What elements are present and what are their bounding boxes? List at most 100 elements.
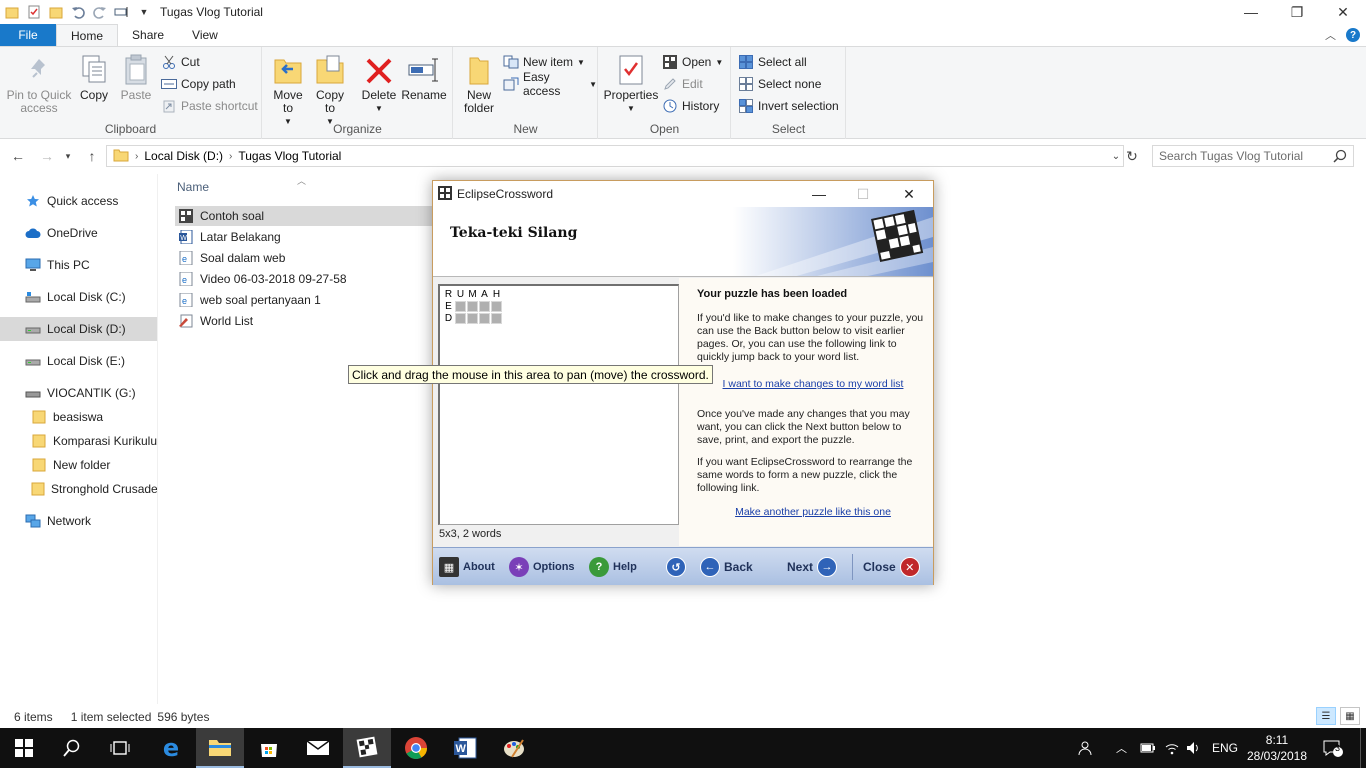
tab-view[interactable]: View bbox=[178, 24, 232, 46]
nav-local-disk-d[interactable]: Local Disk (D:) bbox=[0, 317, 157, 341]
nav-quick-access[interactable]: Quick access bbox=[0, 189, 157, 213]
copy-path-button[interactable]: Copy path bbox=[161, 74, 236, 94]
show-hidden-icons-chevron-icon[interactable]: ︿ bbox=[1116, 728, 1127, 768]
properties-button[interactable]: Properties ▼ bbox=[604, 53, 658, 115]
tab-home[interactable]: Home bbox=[56, 24, 119, 46]
dialog-maximize-button[interactable]: ☐ bbox=[841, 181, 885, 207]
large-icons-view-icon[interactable]: ▦ bbox=[1340, 707, 1360, 725]
history-button[interactable]: History bbox=[662, 96, 719, 116]
qat-dropdown-icon[interactable]: ▼ bbox=[136, 4, 152, 20]
crossword-preview-area[interactable]: RUMAH ED bbox=[438, 284, 679, 525]
select-all-button[interactable]: Select all bbox=[738, 52, 807, 72]
restore-button[interactable]: ❐ bbox=[1274, 0, 1320, 24]
details-view-icon[interactable]: ☰ bbox=[1316, 707, 1336, 725]
invert-selection-button[interactable]: Invert selection bbox=[738, 96, 839, 116]
help-button[interactable]: ? Help bbox=[589, 556, 637, 578]
undo-icon[interactable] bbox=[70, 4, 86, 20]
file-row[interactable]: e web soal pertanyaan 1 bbox=[175, 290, 433, 310]
properties-qat-icon[interactable] bbox=[26, 4, 42, 20]
file-row[interactable]: World List bbox=[175, 311, 433, 331]
system-clock[interactable]: 8:11 28/03/2018 bbox=[1244, 732, 1310, 764]
nav-local-disk-e[interactable]: Local Disk (E:) bbox=[0, 349, 157, 373]
file-row[interactable]: W Latar Belakang bbox=[175, 227, 433, 247]
rename-button[interactable]: Rename bbox=[401, 53, 447, 102]
file-row[interactable]: Contoh soal bbox=[175, 206, 433, 226]
delete-button[interactable]: Delete ▼ bbox=[361, 53, 397, 115]
nav-folder-beasiswa[interactable]: beasiswa bbox=[0, 405, 157, 429]
collapse-ribbon-icon[interactable]: ︿ bbox=[1325, 27, 1336, 43]
nav-viocantik[interactable]: VIOCANTIK (G:) bbox=[0, 381, 157, 405]
breadcrumb-current-folder[interactable]: Tugas Vlog Tutorial bbox=[238, 149, 341, 163]
select-none-button[interactable]: Select none bbox=[738, 74, 821, 94]
new-folder-qat-icon[interactable] bbox=[48, 4, 64, 20]
copy-button[interactable]: Copy bbox=[78, 53, 110, 102]
start-button[interactable] bbox=[0, 728, 48, 768]
about-button[interactable]: ▦ About bbox=[439, 556, 495, 578]
reset-button[interactable]: ↺ bbox=[666, 556, 686, 578]
dialog-close-button[interactable]: ✕ bbox=[887, 181, 931, 207]
mail-taskbar-button[interactable] bbox=[294, 728, 342, 768]
edit-button[interactable]: Edit bbox=[662, 74, 703, 94]
battery-icon[interactable] bbox=[1140, 728, 1156, 768]
new-item-button[interactable]: New item ▼ bbox=[503, 52, 585, 72]
people-icon[interactable] bbox=[1078, 728, 1094, 768]
copy-to-button[interactable]: Copy to ▼ bbox=[313, 53, 347, 128]
make-another-puzzle-link[interactable]: Make another puzzle like this one bbox=[697, 506, 929, 518]
pin-quick-access-button[interactable]: Pin to Quick access bbox=[6, 53, 72, 115]
volume-icon[interactable] bbox=[1186, 728, 1202, 768]
nav-folder-stronghold[interactable]: Stronghold Crusade bbox=[0, 477, 157, 501]
column-header-name[interactable]: Name bbox=[177, 180, 209, 194]
file-row[interactable]: e Soal dalam web bbox=[175, 248, 433, 268]
close-button[interactable]: Close ✕ bbox=[863, 556, 920, 578]
move-to-button[interactable]: Move to ▼ bbox=[271, 53, 305, 128]
tab-file[interactable]: File bbox=[0, 24, 56, 46]
tab-share[interactable]: Share bbox=[118, 24, 178, 46]
easy-access-button[interactable]: Easy access ▼ bbox=[503, 70, 597, 98]
close-window-button[interactable]: ✕ bbox=[1320, 0, 1366, 24]
restart-icon: ↺ bbox=[666, 557, 686, 577]
nav-onedrive[interactable]: OneDrive bbox=[0, 221, 157, 245]
nav-local-disk-c[interactable]: Local Disk (C:) bbox=[0, 285, 157, 309]
word-taskbar-button[interactable]: W bbox=[441, 728, 489, 768]
up-arrow-icon[interactable]: ↑ bbox=[82, 146, 102, 166]
help-icon[interactable]: ? bbox=[1346, 28, 1360, 42]
cut-button[interactable]: Cut bbox=[161, 52, 200, 72]
nav-network[interactable]: Network bbox=[0, 509, 157, 533]
eclipsecrossword-taskbar-button[interactable] bbox=[343, 728, 391, 768]
minimize-button[interactable]: — bbox=[1228, 0, 1274, 24]
refresh-icon[interactable]: ↻ bbox=[1122, 146, 1142, 166]
breadcrumb-local-disk-d[interactable]: Local Disk (D:) bbox=[144, 149, 223, 163]
paste-button[interactable]: Paste bbox=[120, 53, 152, 102]
next-button[interactable]: Next → bbox=[787, 556, 838, 578]
action-center-button[interactable]: 3 bbox=[1322, 728, 1344, 768]
nav-folder-komparasi[interactable]: Komparasi Kurikulu bbox=[0, 429, 157, 453]
redo-icon[interactable] bbox=[92, 4, 108, 20]
chrome-taskbar-button[interactable] bbox=[392, 728, 440, 768]
search-box[interactable]: Search Tugas Vlog Tutorial bbox=[1152, 145, 1354, 167]
edge-taskbar-button[interactable]: e bbox=[147, 728, 195, 768]
recent-locations-icon[interactable]: ▾ bbox=[62, 146, 74, 166]
search-input[interactable]: Search Tugas Vlog Tutorial bbox=[1159, 149, 1303, 163]
task-view-button[interactable] bbox=[96, 728, 144, 768]
options-button[interactable]: ✶ Options bbox=[509, 556, 575, 578]
back-button[interactable]: ← Back bbox=[700, 556, 753, 578]
address-bar[interactable]: › Local Disk (D:) › Tugas Vlog Tutorial bbox=[106, 145, 1124, 167]
store-taskbar-button[interactable] bbox=[245, 728, 293, 768]
nav-this-pc[interactable]: This PC bbox=[0, 253, 157, 277]
rename-qat-icon[interactable] bbox=[114, 4, 130, 20]
file-explorer-taskbar-button[interactable] bbox=[196, 728, 244, 768]
input-language[interactable]: ENG bbox=[1212, 728, 1238, 768]
paint-taskbar-button[interactable] bbox=[490, 728, 538, 768]
search-taskbar-button[interactable] bbox=[48, 728, 96, 768]
wifi-icon[interactable] bbox=[1164, 728, 1180, 768]
nav-folder-new-folder[interactable]: New folder bbox=[0, 453, 157, 477]
dialog-minimize-button[interactable]: — bbox=[797, 181, 841, 207]
edit-word-list-link[interactable]: I want to make changes to my word list bbox=[697, 378, 929, 390]
back-arrow-icon[interactable]: ← bbox=[8, 146, 28, 166]
open-button[interactable]: Open ▼ bbox=[662, 52, 723, 72]
forward-arrow-icon[interactable]: → bbox=[37, 146, 57, 166]
show-desktop-button[interactable] bbox=[1360, 728, 1366, 768]
new-folder-button[interactable]: New folder bbox=[462, 53, 496, 115]
file-row[interactable]: e Video 06-03-2018 09-27-58 bbox=[175, 269, 433, 289]
paste-shortcut-button[interactable]: Paste shortcut bbox=[161, 96, 258, 116]
